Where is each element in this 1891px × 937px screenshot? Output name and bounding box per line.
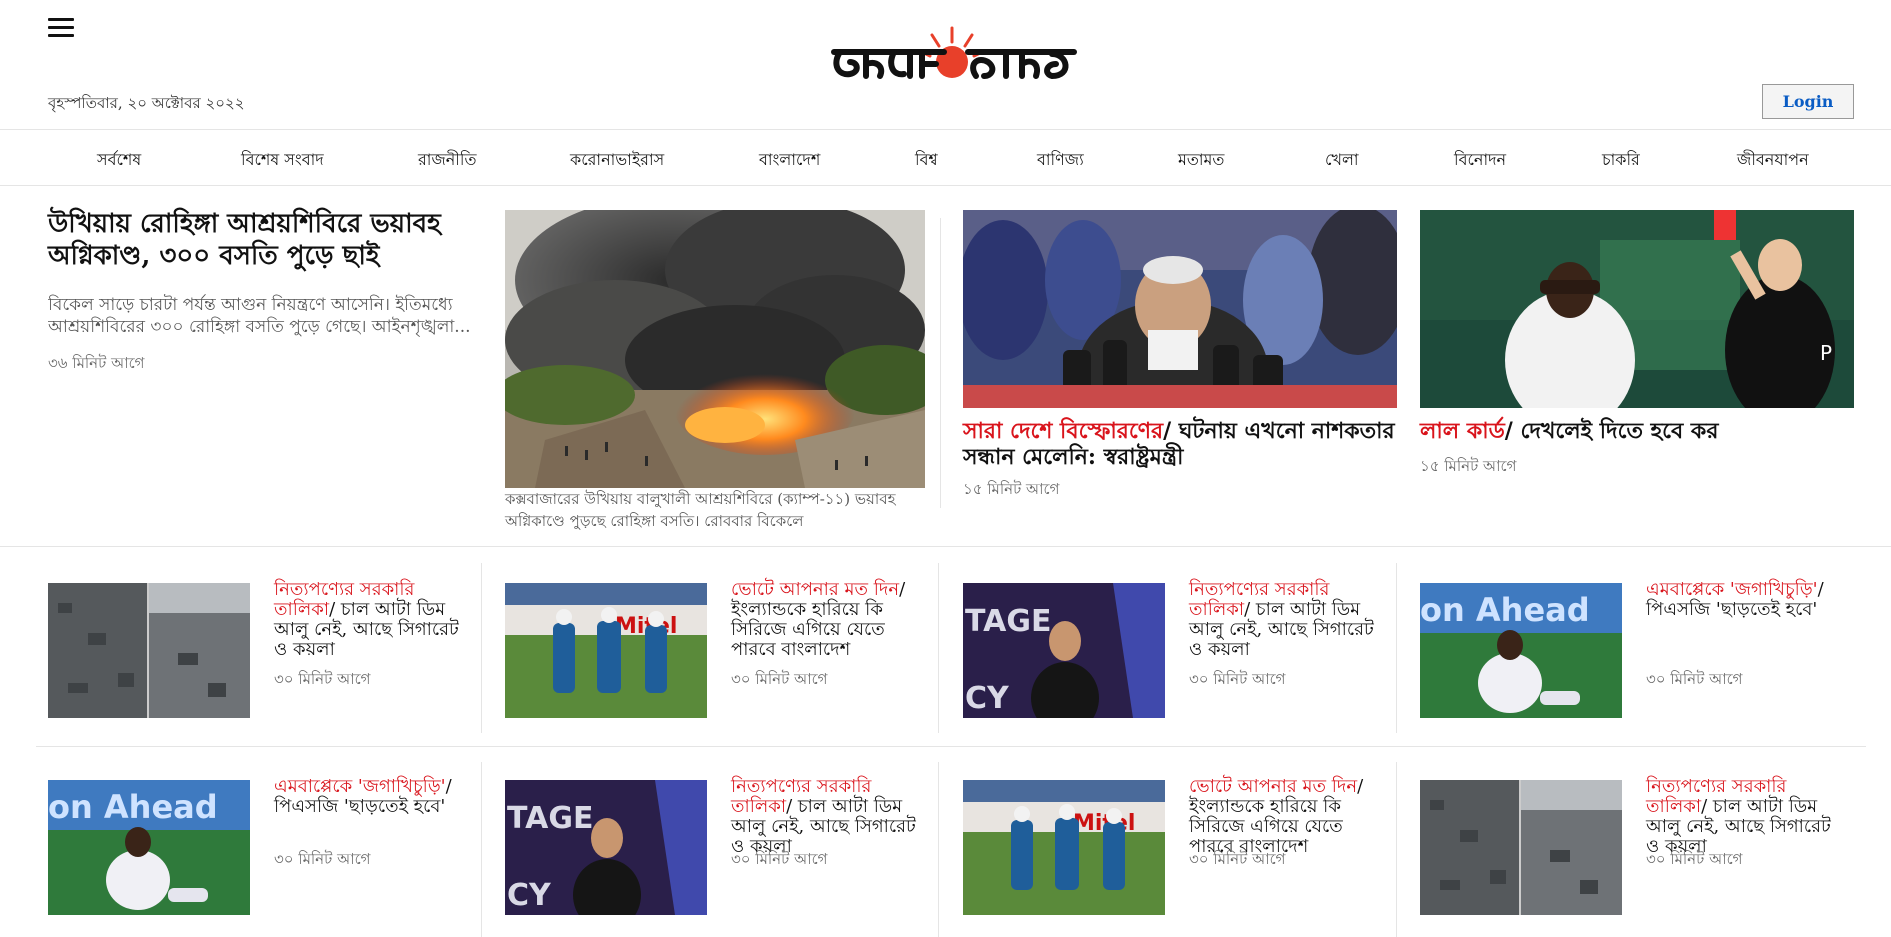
nav-item-bangladesh[interactable]: বাংলাদেশ [759,147,820,174]
current-date: বৃহস্পতিবার, ২০ অক্টোবর ২০২২ [48,94,245,112]
card-headline[interactable]: নিত্যপণ্যের সরকারি তালিকা/ চাল আটা ডিম আ… [1189,580,1389,660]
card-separator: / [1357,776,1364,797]
card-thumbnail[interactable]: TAGE CY [505,780,707,915]
nav-item-coronavirus[interactable]: করোনাভাইরাস [570,147,664,174]
lead-summary: বিকেল সাড়ে চারটা পর্যন্ত আগুন নিয়ন্ত্র… [48,295,471,337]
nav-item-entertainment[interactable]: বিনোদন [1454,147,1506,174]
card-kicker[interactable]: এমবাপ্পেকে 'জগাখিচুড়ি' [274,776,446,797]
card-separator: / [786,796,798,817]
featured-timestamp-2: ১৫ মিনিট আগে [1420,457,1517,475]
card-separator: / [1244,599,1256,620]
card-divider [481,563,482,733]
card-divider [1396,762,1397,937]
card-timestamp: ৩০ মিনিট আগে [1189,850,1286,868]
featured-title-2[interactable]: দেখলেই দিতে হবে কর [1521,418,1719,444]
svg-text:on Ahead: on Ahead [1420,591,1590,629]
lead-headline[interactable]: উখিয়ায় রোহিঙ্গা আশ্রয়শিবিরে ভয়াবহ অগ… [48,208,468,272]
card-headline[interactable]: ভোটে আপনার মত দিন/ ইংল্যান্ডকে হারিয়ে ক… [1189,777,1389,857]
card-separator: / [1701,796,1713,817]
featured-headline-2[interactable]: লাল কার্ড/ দেখলেই দিতে হবে কর [1420,418,1860,444]
nav-item-politics[interactable]: রাজনীতি [418,147,476,174]
featured-kicker-1[interactable]: সারা দেশে বিস্ফোরণের [963,418,1163,444]
card-title[interactable]: ইংল্যান্ডকে হারিয়ে কি সিরিজে এগিয়ে যেত… [731,599,885,660]
card-thumbnail[interactable]: Mitel [505,583,707,718]
card-headline[interactable]: নিত্যপণ্যের সরকারি তালিকা/ চাল আটা ডিম আ… [1646,777,1846,857]
featured-photo-minister[interactable] [963,210,1397,408]
featured-timestamp-1: ১৫ মিনিট আগে [963,480,1060,498]
svg-text:TAGE: TAGE [507,801,593,836]
card-timestamp: ৩০ মিনিট আগে [731,670,828,688]
svg-text:P: P [1820,341,1832,365]
svg-text:on Ahead: on Ahead [48,788,218,826]
nav-item-opinion[interactable]: মতামত [1178,147,1224,174]
card-separator: / [1817,579,1824,600]
row-divider [36,746,1866,747]
card-headline[interactable]: এমবাপ্পেকে 'জগাখিচুড়ি'/ পিএসজি 'ছাড়তেই… [1646,580,1846,620]
card-kicker[interactable]: ভোটে আপনার মত দিন [1189,776,1357,797]
card-divider [481,762,482,937]
svg-text:TAGE: TAGE [965,604,1051,639]
svg-text:CY: CY [965,681,1010,716]
card-separator: / [445,776,452,797]
card-headline[interactable]: নিত্যপণ্যের সরকারি তালিকা/ চাল আটা ডিম আ… [274,580,474,660]
nav-item-jobs[interactable]: চাকরি [1602,147,1640,174]
card-thumbnail[interactable]: TAGE CY [963,583,1165,718]
card-kicker[interactable]: এমবাপ্পেকে 'জগাখিচুড়ি' [1646,579,1818,600]
column-divider [940,218,941,508]
card-separator: / [329,599,341,620]
site-header: বৃহস্পতিবার, ২০ অক্টোবর ২০২২ Login [0,0,1891,130]
card-thumbnail[interactable] [1420,780,1622,915]
card-thumbnail[interactable]: on Ahead [48,780,250,915]
section-divider [0,546,1891,547]
card-divider [938,762,939,937]
menu-icon[interactable] [48,18,74,38]
nav-item-world[interactable]: বিশ্ব [915,147,938,174]
nav-item-lifestyle[interactable]: জীবনযাপন [1737,147,1809,174]
card-headline[interactable]: নিত্যপণ্যের সরকারি তালিকা/ চাল আটা ডিম আ… [731,777,931,857]
featured-photo-red-card[interactable]: P [1420,210,1854,408]
card-timestamp: ৩০ মিনিট আগে [1189,670,1286,688]
card-headline[interactable]: ভোটে আপনার মত দিন/ ইংল্যান্ডকে হারিয়ে ক… [731,580,931,660]
card-divider [938,563,939,733]
main-nav: সর্বশেষ বিশেষ সংবাদ রাজনীতি করোনাভাইরাস … [0,129,1891,186]
nav-item-business[interactable]: বাণিজ্য [1037,147,1084,174]
card-divider [1396,563,1397,733]
lead-photo-caption: কক্সবাজারের উখিয়ায় বালুখালী আশ্রয়শিবি… [505,490,896,530]
featured-headline-1[interactable]: সারা দেশে বিস্ফোরণের/ ঘটনায় এখনো নাশকতা… [963,418,1403,470]
card-timestamp: ৩০ মিনিট আগে [274,850,371,868]
lead-photo[interactable] [505,210,925,488]
card-timestamp: ৩০ মিনিট আগে [731,850,828,868]
nav-item-sports[interactable]: খেলা [1325,147,1359,174]
site-logo[interactable] [826,18,1081,84]
card-timestamp: ৩০ মিনিট আগে [1646,670,1743,688]
lead-timestamp: ৩৬ মিনিট আগে [48,354,145,372]
card-timestamp: ৩০ মিনিট আগে [274,670,371,688]
nav-item-latest[interactable]: সর্বশেষ [97,147,141,174]
card-thumbnail[interactable]: Mitel [963,780,1165,915]
card-thumbnail[interactable]: on Ahead [1420,583,1622,718]
card-kicker[interactable]: ভোটে আপনার মত দিন [731,579,899,600]
featured-kicker-2[interactable]: লাল কার্ড [1420,418,1505,444]
login-button[interactable]: Login [1762,84,1854,119]
card-title[interactable]: পিএসজি 'ছাড়তেই হবে' [274,796,445,817]
svg-text:CY: CY [507,878,552,913]
nav-item-special[interactable]: বিশেষ সংবাদ [241,147,324,174]
card-thumbnail[interactable] [48,583,250,718]
card-headline[interactable]: এমবাপ্পেকে 'জগাখিচুড়ি'/ পিএসজি 'ছাড়তেই… [274,777,474,817]
card-timestamp: ৩০ মিনিট আগে [1646,850,1743,868]
card-title[interactable]: পিএসজি 'ছাড়তেই হবে' [1646,599,1817,620]
card-separator: / [899,579,906,600]
